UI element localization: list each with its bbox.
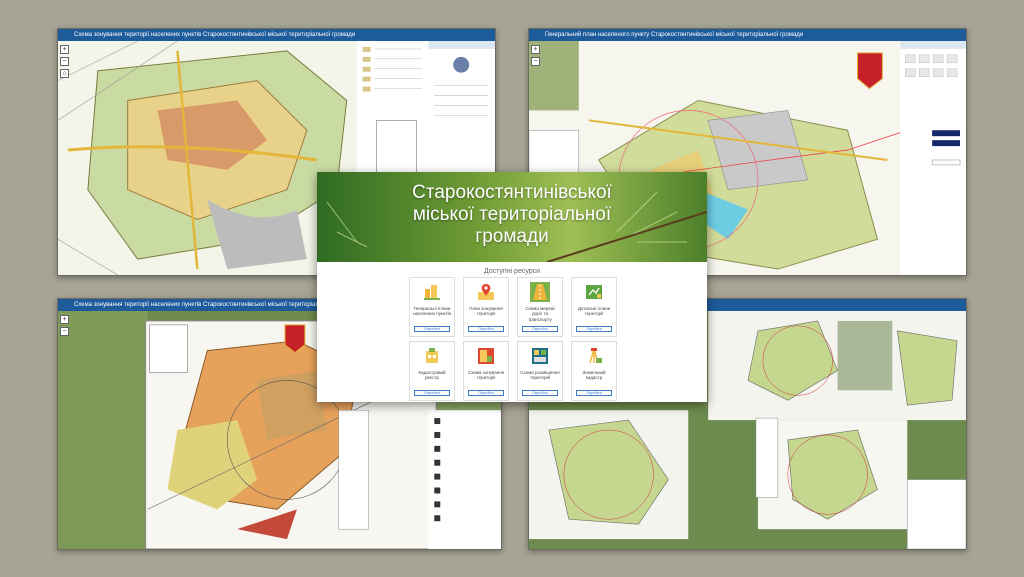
- tile-label: Схема мережі доріг та транспорту: [525, 305, 555, 322]
- open-button[interactable]: Перейти: [468, 326, 504, 332]
- hub-title: Старокостянтинівської міської територіал…: [317, 182, 707, 248]
- tile-label: План зонування території: [469, 305, 503, 317]
- hub-title-line: міської територіальної: [412, 204, 612, 225]
- resource-tile[interactable]: Схема розміщення територій Перейти: [517, 341, 563, 401]
- hub-banner: Старокостянтинівської міської територіал…: [317, 172, 707, 262]
- tile-label: Генеральні плани населених пунктів: [413, 305, 451, 317]
- resource-tile[interactable]: Детальні плани території Перейти: [571, 277, 617, 337]
- hub-title-line: громади: [475, 226, 549, 247]
- cadastre-icon: [426, 348, 438, 363]
- window-title: Генеральний план населеного пункту Старо…: [529, 29, 966, 41]
- home-icon[interactable]: ⌂: [60, 69, 69, 78]
- resource-tile[interactable]: План зонування території Перейти: [463, 277, 509, 337]
- detail-plan-icon: [586, 285, 602, 299]
- open-button[interactable]: Перейти: [468, 390, 504, 396]
- zoom-out-icon[interactable]: −: [60, 57, 69, 66]
- resource-tile[interactable]: Схема мережі доріг та транспорту Перейти: [517, 277, 563, 337]
- open-button[interactable]: Перейти: [522, 326, 558, 332]
- window-title: Схема зонування території населених пунк…: [58, 29, 495, 41]
- resource-tile[interactable]: Кадастровий реєстр Перейти: [409, 341, 455, 401]
- city-plan-icon: [424, 285, 440, 300]
- map-pin-icon: [478, 284, 494, 300]
- zoom-out-icon[interactable]: −: [60, 327, 69, 336]
- zoom-out-icon[interactable]: −: [531, 57, 540, 66]
- zoom-in-icon[interactable]: +: [60, 45, 69, 54]
- road-icon: [530, 282, 550, 302]
- open-button[interactable]: Перейти: [576, 390, 612, 396]
- map-tools: + −: [531, 45, 541, 66]
- zoom-in-icon[interactable]: +: [60, 315, 69, 324]
- survey-icon: [589, 348, 602, 364]
- open-button[interactable]: Перейти: [576, 326, 612, 332]
- hub-title-line: Старокостянтинівської: [412, 182, 612, 203]
- resource-tiles: Генеральні плани населених пунктів Перей…: [409, 277, 619, 401]
- resource-tile[interactable]: Земельний кадастр Перейти: [571, 341, 617, 401]
- tile-label: Земельний кадастр: [582, 369, 606, 381]
- resources-heading: Доступні ресурси: [483, 268, 541, 275]
- open-button[interactable]: Перейти: [414, 326, 450, 332]
- tile-label: Схема зонування території: [467, 369, 505, 381]
- resource-tile[interactable]: Схема зонування території Перейти: [463, 341, 509, 401]
- tile-label: Схема розміщення територій: [520, 369, 560, 381]
- open-button[interactable]: Перейти: [522, 390, 558, 396]
- layout-icon: [532, 348, 548, 364]
- open-button[interactable]: Перейти: [414, 390, 450, 396]
- zoning-icon: [478, 348, 494, 364]
- resource-tile[interactable]: Генеральні плани населених пунктів Перей…: [409, 277, 455, 337]
- tile-label: Кадастровий реєстр: [418, 369, 446, 381]
- map-tools: + − ⌂: [60, 45, 70, 78]
- resource-hub-card: Старокостянтинівської міської територіал…: [317, 172, 707, 402]
- map-tools: + −: [60, 315, 70, 336]
- tile-label: Детальні плани території: [577, 305, 611, 317]
- zoom-in-icon[interactable]: +: [531, 45, 540, 54]
